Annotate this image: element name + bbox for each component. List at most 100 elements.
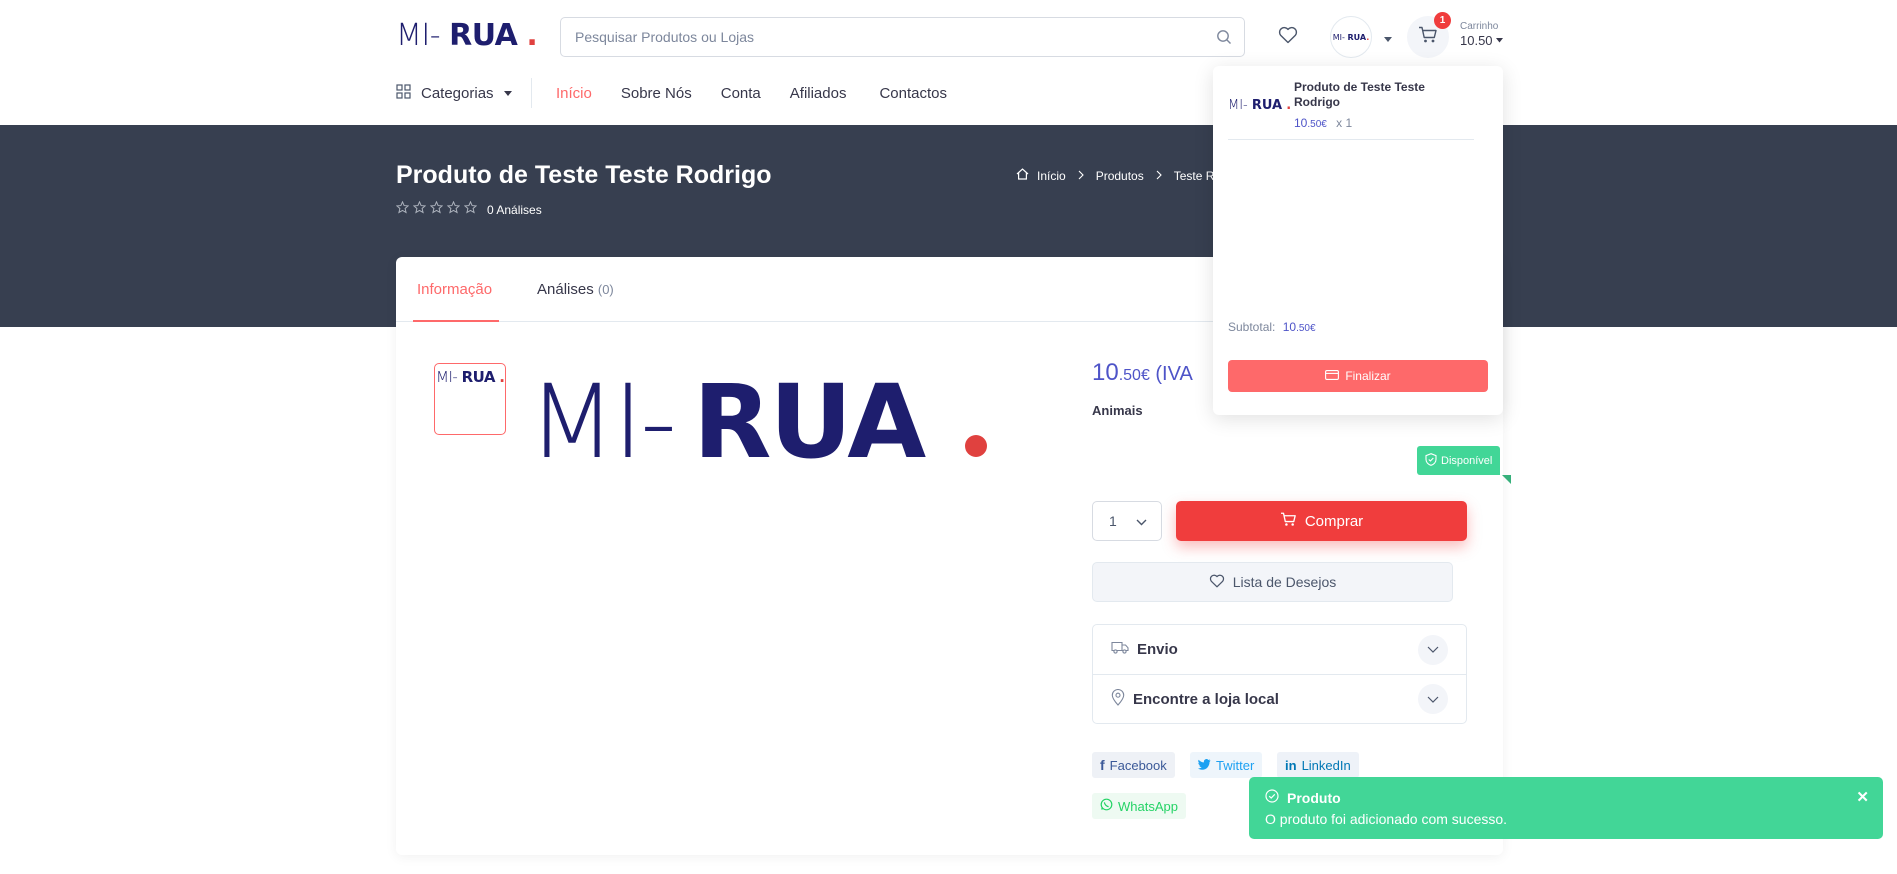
thumbnail-logo: MI- RUA .	[436, 368, 505, 386]
star-icon	[463, 200, 478, 219]
thumbnail-logo-dot: .	[499, 368, 505, 386]
chevron-down-icon	[1136, 513, 1147, 529]
logo-mi: MI-	[396, 18, 441, 53]
share-facebook[interactable]: f Facebook	[1092, 752, 1175, 778]
chevron-right-icon	[1156, 169, 1162, 183]
site-logo[interactable]: MI- RUA .	[396, 18, 538, 53]
cart-icon	[1280, 512, 1297, 531]
share-twitter-label: Twitter	[1216, 757, 1255, 773]
nav-item-sobre-nos[interactable]: Sobre Nós	[621, 85, 692, 102]
accordion-local-store[interactable]: Encontre a loja local	[1093, 674, 1466, 723]
buy-button-label: Comprar	[1304, 512, 1364, 530]
star-icon	[395, 200, 410, 219]
breadcrumb-products[interactable]: Produtos	[1096, 169, 1144, 183]
nav-divider	[531, 78, 532, 108]
chevron-down-icon[interactable]	[1418, 684, 1448, 714]
nav-item-conta[interactable]: Conta	[721, 85, 761, 102]
cart-thumb-logo-mi: MI-	[1228, 98, 1248, 113]
thumbnail-logo-rua: RUA	[461, 368, 496, 386]
gallery-thumbnail[interactable]: MI- RUA .	[434, 363, 506, 435]
truck-icon	[1111, 641, 1129, 658]
account-avatar[interactable]: MI- RUA.	[1330, 16, 1372, 58]
linkedin-icon: in	[1285, 757, 1297, 773]
star-icon	[429, 200, 444, 219]
cart-label: Carrinho	[1460, 21, 1499, 32]
page-title: Produto de Teste Teste Rodrigo	[396, 161, 772, 189]
checkout-button[interactable]: Finalizar	[1228, 360, 1488, 392]
share-whatsapp[interactable]: WhatsApp	[1092, 793, 1186, 819]
cart-summary[interactable]: Carrinho 10.50	[1460, 21, 1503, 48]
availability-badge-tail	[1502, 475, 1511, 484]
avatar-logo-rua: RUA	[1347, 32, 1367, 42]
cart-subtotal-dec: .50€	[1296, 323, 1316, 334]
image-logo-rua: RUA	[693, 363, 926, 482]
product-category[interactable]: Animais	[1092, 403, 1143, 418]
rating: 0 Análises	[395, 200, 542, 219]
cart-subtotal-int: 10	[1282, 320, 1297, 334]
wishlist-button[interactable]	[1273, 22, 1303, 52]
accordion-shipping-label: Envio	[1137, 641, 1178, 658]
cart-item-price-dec: .50€	[1307, 119, 1327, 130]
logo-dot: .	[526, 18, 538, 53]
cart-subtotal: Subtotal: 10.50€	[1228, 320, 1316, 334]
cart-thumb-logo-dot: .	[1286, 98, 1292, 113]
cart-item-price-int: 10	[1294, 116, 1308, 130]
cart-icon	[1418, 26, 1438, 49]
share-whatsapp-label: WhatsApp	[1118, 798, 1178, 814]
credit-card-icon	[1325, 369, 1340, 383]
product-main-image[interactable]: MI- RUA	[528, 372, 988, 474]
share-linkedin[interactable]: in LinkedIn	[1277, 752, 1359, 778]
accordion-local-store-label: Encontre a loja local	[1133, 690, 1279, 708]
twitter-icon	[1198, 758, 1211, 773]
categories-dropdown[interactable]: Categorias	[396, 84, 512, 103]
availability-label: Disponível	[1441, 454, 1493, 467]
tab-analises-label: Análises	[537, 281, 594, 298]
tab-analises[interactable]: Análises (0)	[537, 281, 614, 298]
cart-thumb-logo-rua: RUA	[1251, 98, 1283, 113]
heart-icon	[1209, 574, 1225, 591]
search-icon[interactable]	[1216, 29, 1232, 50]
breadcrumb-home[interactable]: Início	[1037, 169, 1066, 183]
search-input[interactable]	[561, 18, 1181, 56]
price-decimal: .50€	[1118, 367, 1150, 384]
cart-item-meta: 10.50€ x 1	[1294, 116, 1352, 130]
avatar-logo: MI- RUA.	[1333, 33, 1370, 42]
toast-message: O produto foi adicionado com sucesso.	[1265, 811, 1508, 827]
chevron-down-icon[interactable]	[1418, 634, 1448, 665]
share-twitter[interactable]: Twitter	[1190, 752, 1263, 778]
star-icon	[412, 200, 427, 219]
check-circle-icon	[1265, 789, 1279, 806]
product-accordion: Envio Encontre a loja local	[1092, 624, 1467, 724]
caret-down-icon	[503, 90, 512, 96]
share-linkedin-label: LinkedIn	[1301, 757, 1351, 773]
buy-button[interactable]: Comprar	[1176, 501, 1467, 541]
search-box	[560, 17, 1245, 57]
breadcrumb: Início Produtos Teste Ro	[1016, 168, 1221, 183]
chevron-right-icon	[1078, 169, 1084, 183]
accordion-shipping[interactable]: Envio	[1093, 625, 1466, 674]
cart-item-thumbnail[interactable]: MI- RUA .	[1228, 98, 1291, 113]
nav-item-afiliados[interactable]: Afiliados	[790, 85, 847, 102]
shield-check-icon	[1425, 452, 1437, 469]
price-vat-note: (IVA	[1149, 363, 1193, 385]
checkout-label: Finalizar	[1345, 369, 1391, 383]
wishlist-add-label: Lista de Desejos	[1232, 574, 1337, 590]
tab-informacao[interactable]: Informação	[417, 281, 492, 298]
facebook-icon: f	[1100, 757, 1105, 773]
reviews-count[interactable]: 0 Análises	[487, 203, 542, 217]
cart-count-badge: 1	[1434, 12, 1451, 29]
heart-icon	[1278, 26, 1298, 49]
wishlist-add-button[interactable]: Lista de Desejos	[1092, 562, 1453, 602]
quantity-select[interactable]: 1	[1092, 501, 1162, 541]
nav-item-contactos[interactable]: Contactos	[879, 85, 947, 102]
cart-item-divider	[1228, 139, 1474, 140]
cart-item-name[interactable]: Produto de Teste Teste Rodrigo	[1294, 80, 1444, 110]
tab-analises-count: (0)	[597, 282, 614, 297]
home-icon	[1016, 168, 1029, 183]
categories-label: Categorias	[421, 85, 494, 102]
caret-down-icon[interactable]	[1384, 30, 1392, 48]
toast-title: Produto	[1287, 789, 1341, 806]
close-icon[interactable]: ✕	[1856, 788, 1869, 806]
nav-item-inicio[interactable]: Início	[556, 85, 592, 102]
whatsapp-icon	[1100, 798, 1113, 814]
